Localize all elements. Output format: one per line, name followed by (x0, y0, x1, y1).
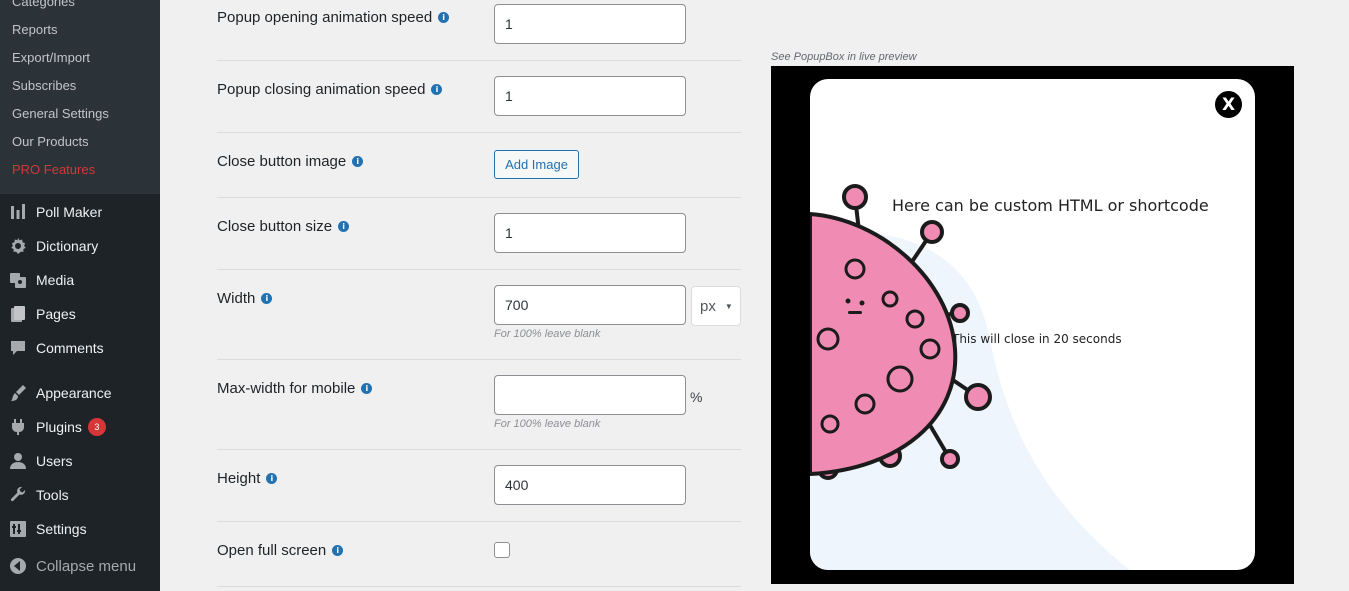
close-size-label-text: Close button size (217, 218, 333, 235)
max-width-hint: For 100% leave blank (494, 418, 601, 430)
sidebar-item-appearance[interactable]: Appearance (0, 376, 160, 410)
info-icon[interactable]: i (338, 221, 350, 232)
sidebar-item-label: Tools (36, 487, 69, 503)
sidebar-item-label: Dictionary (36, 238, 99, 254)
paintbrush-icon (0, 384, 36, 402)
width-label-text: Width (217, 290, 256, 307)
virus-illustration (810, 184, 1130, 570)
info-icon[interactable]: i (261, 293, 273, 304)
media-icon (0, 271, 36, 289)
gear-icon (0, 237, 36, 255)
sidebar-item-label: Poll Maker (36, 204, 103, 220)
chevron-down-icon: ▼ (724, 301, 733, 311)
close-image-label-text: Close button image (217, 153, 347, 170)
width-input[interactable]: 700 (494, 285, 686, 325)
sidebar-item-label: Pages (36, 306, 76, 322)
opening-speed-label-text: Popup opening animation speed (217, 9, 433, 26)
full-screen-label-text: Open full screen (217, 542, 327, 559)
plugin-submenu: Categories Reports Export/Import Subscri… (0, 0, 160, 194)
sidebar-item-poll-maker[interactable]: Poll Maker (0, 195, 160, 229)
update-count-badge: 3 (87, 418, 106, 436)
popup-content-text: Here can be custom HTML or shortcode (892, 196, 1209, 215)
user-icon (0, 452, 36, 470)
max-width-mobile-label: Max-width for mobile i (217, 380, 373, 397)
popup-close-button[interactable]: X (1213, 89, 1244, 120)
row-divider (217, 359, 741, 360)
info-icon[interactable]: i (266, 473, 278, 484)
max-width-unit: % (690, 389, 703, 405)
row-divider (217, 586, 741, 587)
wrench-icon (0, 486, 36, 504)
admin-sidebar: Categories Reports Export/Import Subscri… (0, 0, 160, 591)
submenu-item-export-import[interactable]: Export/Import (12, 50, 90, 65)
popup-timer-text: This will close in 20 seconds (952, 332, 1122, 346)
popup-preview: Here can be custom HTML or shortcode Thi… (810, 79, 1255, 570)
submenu-item-our-products[interactable]: Our Products (12, 134, 89, 149)
comment-icon (0, 339, 36, 357)
close-size-input[interactable]: 1 (494, 213, 686, 253)
submenu-item-categories[interactable]: Categories (12, 0, 75, 9)
row-divider (217, 60, 741, 61)
max-width-mobile-label-text: Max-width for mobile (217, 380, 356, 397)
collapse-menu-label: Collapse menu (36, 557, 137, 575)
row-divider (217, 521, 741, 522)
row-divider (217, 132, 741, 133)
sidebar-item-media[interactable]: Media (0, 263, 160, 297)
collapse-menu-button[interactable]: Collapse menu (0, 549, 160, 583)
width-label: Width i (217, 290, 273, 307)
full-screen-label: Open full screen i (217, 542, 344, 559)
info-icon[interactable]: i (431, 84, 443, 95)
settings-icon (0, 520, 36, 538)
submenu-item-general-settings[interactable]: General Settings (12, 106, 109, 121)
sidebar-item-label: Appearance (36, 385, 112, 401)
sidebar-item-pages[interactable]: Pages (0, 297, 160, 331)
closing-speed-label: Popup closing animation speed i (217, 81, 443, 98)
height-input[interactable]: 400 (494, 465, 686, 505)
height-label: Height i (217, 470, 278, 487)
sidebar-item-comments[interactable]: Comments (0, 331, 160, 365)
info-icon[interactable]: i (438, 12, 450, 23)
close-image-label: Close button image i (217, 153, 364, 170)
plugin-icon (0, 418, 36, 436)
closing-speed-input[interactable]: 1 (494, 76, 686, 116)
add-image-button[interactable]: Add Image (494, 150, 579, 179)
sidebar-item-plugins[interactable]: Plugins 3 (0, 410, 160, 444)
row-divider (217, 197, 741, 198)
info-icon[interactable]: i (361, 383, 373, 394)
sidebar-item-label: Media (36, 272, 75, 288)
sidebar-item-settings[interactable]: Settings (0, 512, 160, 546)
width-unit-value: px (700, 297, 716, 315)
info-icon[interactable]: i (332, 545, 344, 556)
sidebar-item-users[interactable]: Users (0, 444, 160, 478)
pages-icon (0, 305, 36, 323)
sidebar-item-tools[interactable]: Tools (0, 478, 160, 512)
submenu-item-subscribes[interactable]: Subscribes (12, 78, 76, 93)
sidebar-item-label: Users (36, 453, 73, 469)
row-divider (217, 449, 741, 450)
opening-speed-input[interactable]: 1 (494, 4, 686, 44)
row-divider (217, 269, 741, 270)
height-label-text: Height (217, 470, 261, 487)
sidebar-item-label: Comments (36, 340, 104, 356)
width-hint: For 100% leave blank (494, 328, 601, 340)
submenu-item-reports[interactable]: Reports (12, 22, 58, 37)
closing-speed-label-text: Popup closing animation speed (217, 81, 426, 98)
collapse-arrow-icon (0, 557, 36, 575)
sidebar-item-label: Plugins (36, 419, 82, 435)
submenu-item-pro-features[interactable]: PRO Features (12, 162, 95, 177)
full-screen-checkbox[interactable] (494, 542, 510, 558)
width-unit-select[interactable]: px ▼ (691, 286, 741, 326)
info-icon[interactable]: i (352, 156, 364, 167)
close-size-label: Close button size i (217, 218, 350, 235)
opening-speed-label: Popup opening animation speed i (217, 9, 450, 26)
sidebar-item-dictionary[interactable]: Dictionary (0, 229, 160, 263)
chart-bars-icon (0, 203, 36, 221)
sidebar-item-label: Settings (36, 521, 87, 537)
preview-caption: See PopupBox in live preview (771, 51, 917, 63)
max-width-mobile-input[interactable] (494, 375, 686, 415)
